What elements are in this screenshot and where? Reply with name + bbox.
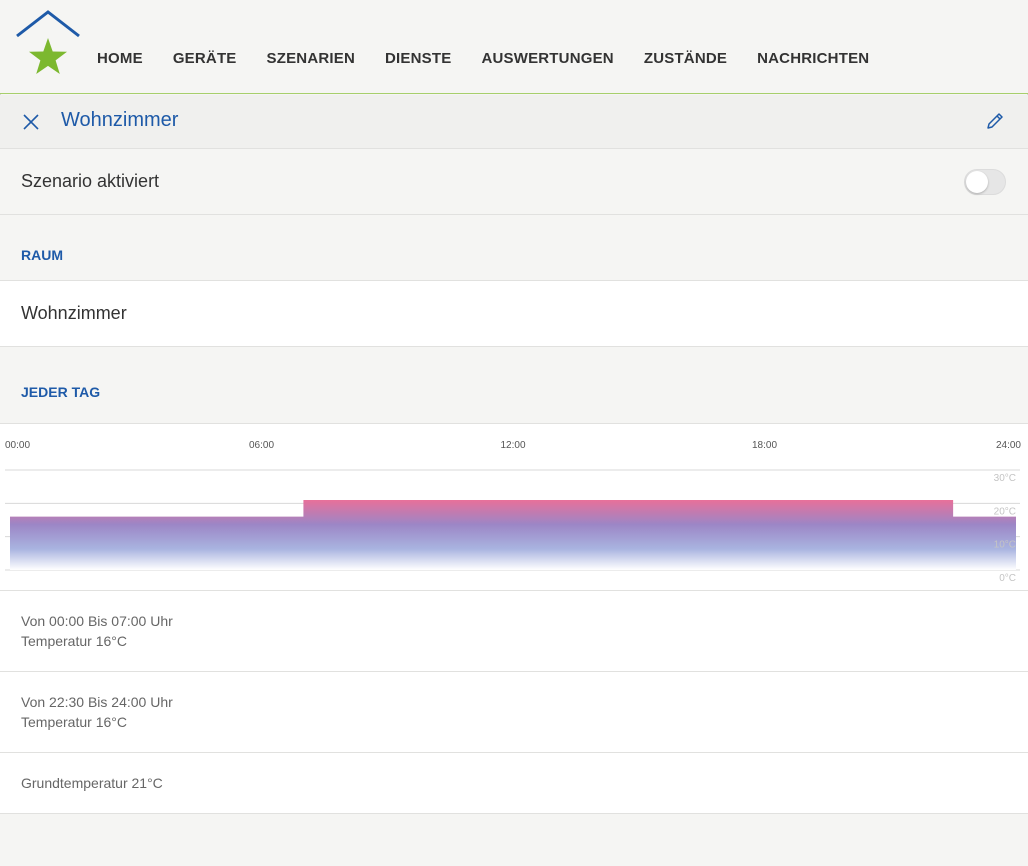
room-section-header: RAUM xyxy=(0,215,1028,281)
schedule-section-header: JEDER TAG xyxy=(0,347,1028,424)
room-row[interactable]: Wohnzimmer xyxy=(0,281,1028,347)
x-tick-label: 00:00 xyxy=(5,440,30,451)
y-tick-label: 30°C xyxy=(994,473,1016,484)
scenario-active-row: Szenario aktiviert xyxy=(0,149,1028,215)
entry-2-time: Von 22:30 Bis 24:00 Uhr xyxy=(21,694,173,710)
room-value: Wohnzimmer xyxy=(21,303,127,323)
close-icon[interactable] xyxy=(20,110,44,134)
nav-devices[interactable]: GERÄTE xyxy=(173,50,237,67)
temperature-chart: 30°C 20°C 10°C 0°C 00:00 06:00 12:00 18:00 24:0… xyxy=(0,424,1028,591)
pencil-edit-icon[interactable] xyxy=(983,109,1007,133)
schedule-entry-2[interactable]: Von 22:30 Bis 24:00 Uhr Temperatur 16°C xyxy=(0,672,1028,753)
entry-1-temp: Temperatur 16°C xyxy=(21,633,127,649)
x-tick-label: 06:00 xyxy=(249,440,274,451)
temperature-area xyxy=(10,500,1016,570)
x-tick-label: 18:00 xyxy=(752,440,777,451)
y-tick-label: 0°C xyxy=(999,573,1016,584)
toggle-knob xyxy=(966,171,988,193)
nav-home[interactable]: HOME xyxy=(97,50,143,67)
scenario-active-toggle[interactable] xyxy=(964,169,1006,195)
page-bottom xyxy=(0,814,1028,866)
schedule-entry-1[interactable]: Von 00:00 Bis 07:00 Uhr Temperatur 16°C xyxy=(0,591,1028,672)
nav-services[interactable]: DIENSTE xyxy=(385,50,451,67)
y-tick-label: 20°C xyxy=(994,506,1016,517)
nav-scenarios[interactable]: SZENARIEN xyxy=(267,50,355,67)
scenario-active-label: Szenario aktiviert xyxy=(21,171,160,191)
top-navigation-bar: HOME GERÄTE SZENARIEN DIENSTE AUSWERTUNG… xyxy=(0,0,1028,94)
y-tick-label: 10°C xyxy=(994,540,1016,551)
scenario-title-bar: Wohnzimmer xyxy=(0,95,1028,149)
temperature-chart-svg: 30°C 20°C 10°C 0°C 00:00 06:00 12:00 18:00 24:0… xyxy=(5,440,1021,584)
nav-analytics[interactable]: AUSWERTUNGEN xyxy=(481,50,613,67)
main-nav: HOME GERÄTE SZENARIEN DIENSTE AUSWERTUNG… xyxy=(97,50,899,67)
base-temperature: Grundtemperatur 21°C xyxy=(21,775,163,791)
home-star-logo-icon[interactable] xyxy=(14,8,84,76)
schedule-heading: JEDER TAG xyxy=(21,384,101,400)
x-tick-label: 24:00 xyxy=(996,440,1021,451)
base-temperature-row[interactable]: Grundtemperatur 21°C xyxy=(0,753,1028,814)
entry-2-temp: Temperatur 16°C xyxy=(21,714,127,730)
x-tick-label: 12:00 xyxy=(500,440,525,451)
nav-states[interactable]: ZUSTÄNDE xyxy=(644,50,727,67)
entry-1-time: Von 00:00 Bis 07:00 Uhr xyxy=(21,613,173,629)
room-heading: RAUM xyxy=(21,247,63,263)
page-title: Wohnzimmer xyxy=(61,109,179,131)
nav-messages[interactable]: NACHRICHTEN xyxy=(757,50,869,67)
